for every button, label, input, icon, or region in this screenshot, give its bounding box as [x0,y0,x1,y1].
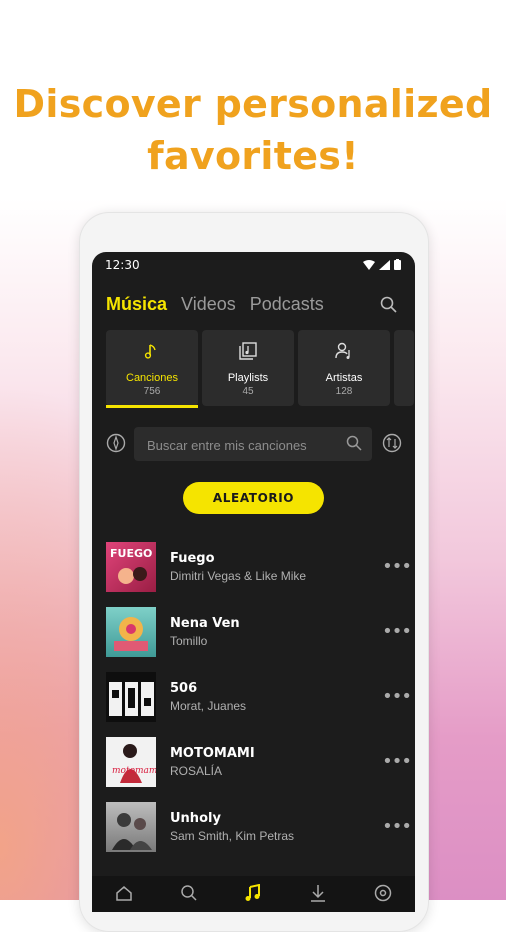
category-label: Artistas [325,372,363,384]
song-title: Fuego [170,551,215,566]
category-count: 128 [335,386,353,397]
headline-line-2: favorites! [147,134,359,178]
music-note-icon[interactable] [244,884,262,902]
category-canciones[interactable]: Canciones 756 [106,330,198,408]
list-item[interactable]: Nena Ven Tomillo ••• [92,607,415,663]
song-title: Unholy [170,811,221,826]
category-artistas[interactable]: Artistas 128 [298,330,390,406]
song-artist: Morat, Juanes [170,699,247,713]
svg-text:motomami: motomami [112,766,156,776]
more-options-icon[interactable]: ••• [382,751,412,772]
list-item[interactable]: FUEGO Fuego Dimitri Vegas & Like Mike ••… [92,542,415,598]
tab-videos[interactable]: Videos [181,294,236,315]
media-tabs: Música Videos Podcasts [106,294,324,315]
promo-headline: Discover personalized favorites! [0,78,506,182]
status-bar: 12:30 [92,252,415,280]
compass-icon[interactable] [106,433,126,453]
more-options-icon[interactable]: ••• [382,816,412,837]
tab-podcasts[interactable]: Podcasts [250,294,324,315]
album-art: FUEGO [106,542,156,592]
search-icon[interactable] [180,884,198,902]
album-art [106,607,156,657]
wifi-icon [363,259,375,270]
list-item[interactable]: motomami MOTOMAMI ROSALÍA ••• [92,737,415,793]
sort-icon[interactable] [382,433,402,453]
category-label: Canciones [126,372,178,384]
svg-text:FUEGO: FUEGO [110,547,152,560]
playlist-icon [239,342,257,360]
album-art [106,802,156,852]
song-artist: Tomillo [170,634,208,648]
song-search-input[interactable] [145,435,339,455]
song-artist: Dimitri Vegas & Like Mike [170,569,307,583]
album-art: motomami [106,737,156,787]
song-artist: ROSALÍA [170,764,223,778]
artist-icon [335,342,350,359]
album-art [106,672,156,722]
song-search-box [134,427,372,461]
more-options-icon[interactable]: ••• [382,686,412,707]
tab-musica[interactable]: Música [106,294,167,315]
search-icon[interactable] [346,435,362,451]
app-screen: 12:30 Música Videos Podcasts Canciones 7… [92,252,415,912]
signal-icon [379,259,390,270]
category-playlists[interactable]: Playlists 45 [202,330,294,406]
status-icons [363,259,401,270]
song-title: MOTOMAMI [170,746,255,761]
category-count: 45 [242,386,254,397]
search-icon[interactable] [380,296,397,313]
filter-row [106,427,402,461]
bottom-nav [92,876,415,912]
category-cards: Canciones 756 Playlists 45 Artistas 128 [106,330,414,408]
song-title: 506 [170,681,198,696]
song-artist: Sam Smith, Kim Petras [170,829,295,843]
headline-line-1: Discover personalized [13,82,493,126]
radio-icon[interactable] [374,884,392,902]
download-icon[interactable] [309,884,327,902]
more-options-icon[interactable]: ••• [382,556,412,577]
status-time: 12:30 [105,258,140,272]
list-item[interactable]: Unholy Sam Smith, Kim Petras ••• [92,802,415,858]
list-item[interactable]: 506 Morat, Juanes ••• [92,672,415,728]
music-note-icon [144,344,156,359]
category-more[interactable] [394,330,414,406]
category-count: 756 [143,386,161,397]
shuffle-button[interactable]: ALEATORIO [183,482,324,514]
category-label: Playlists [227,372,269,384]
more-options-icon[interactable]: ••• [382,621,412,642]
battery-icon [394,259,401,270]
song-title: Nena Ven [170,616,240,631]
home-icon[interactable] [115,884,133,902]
